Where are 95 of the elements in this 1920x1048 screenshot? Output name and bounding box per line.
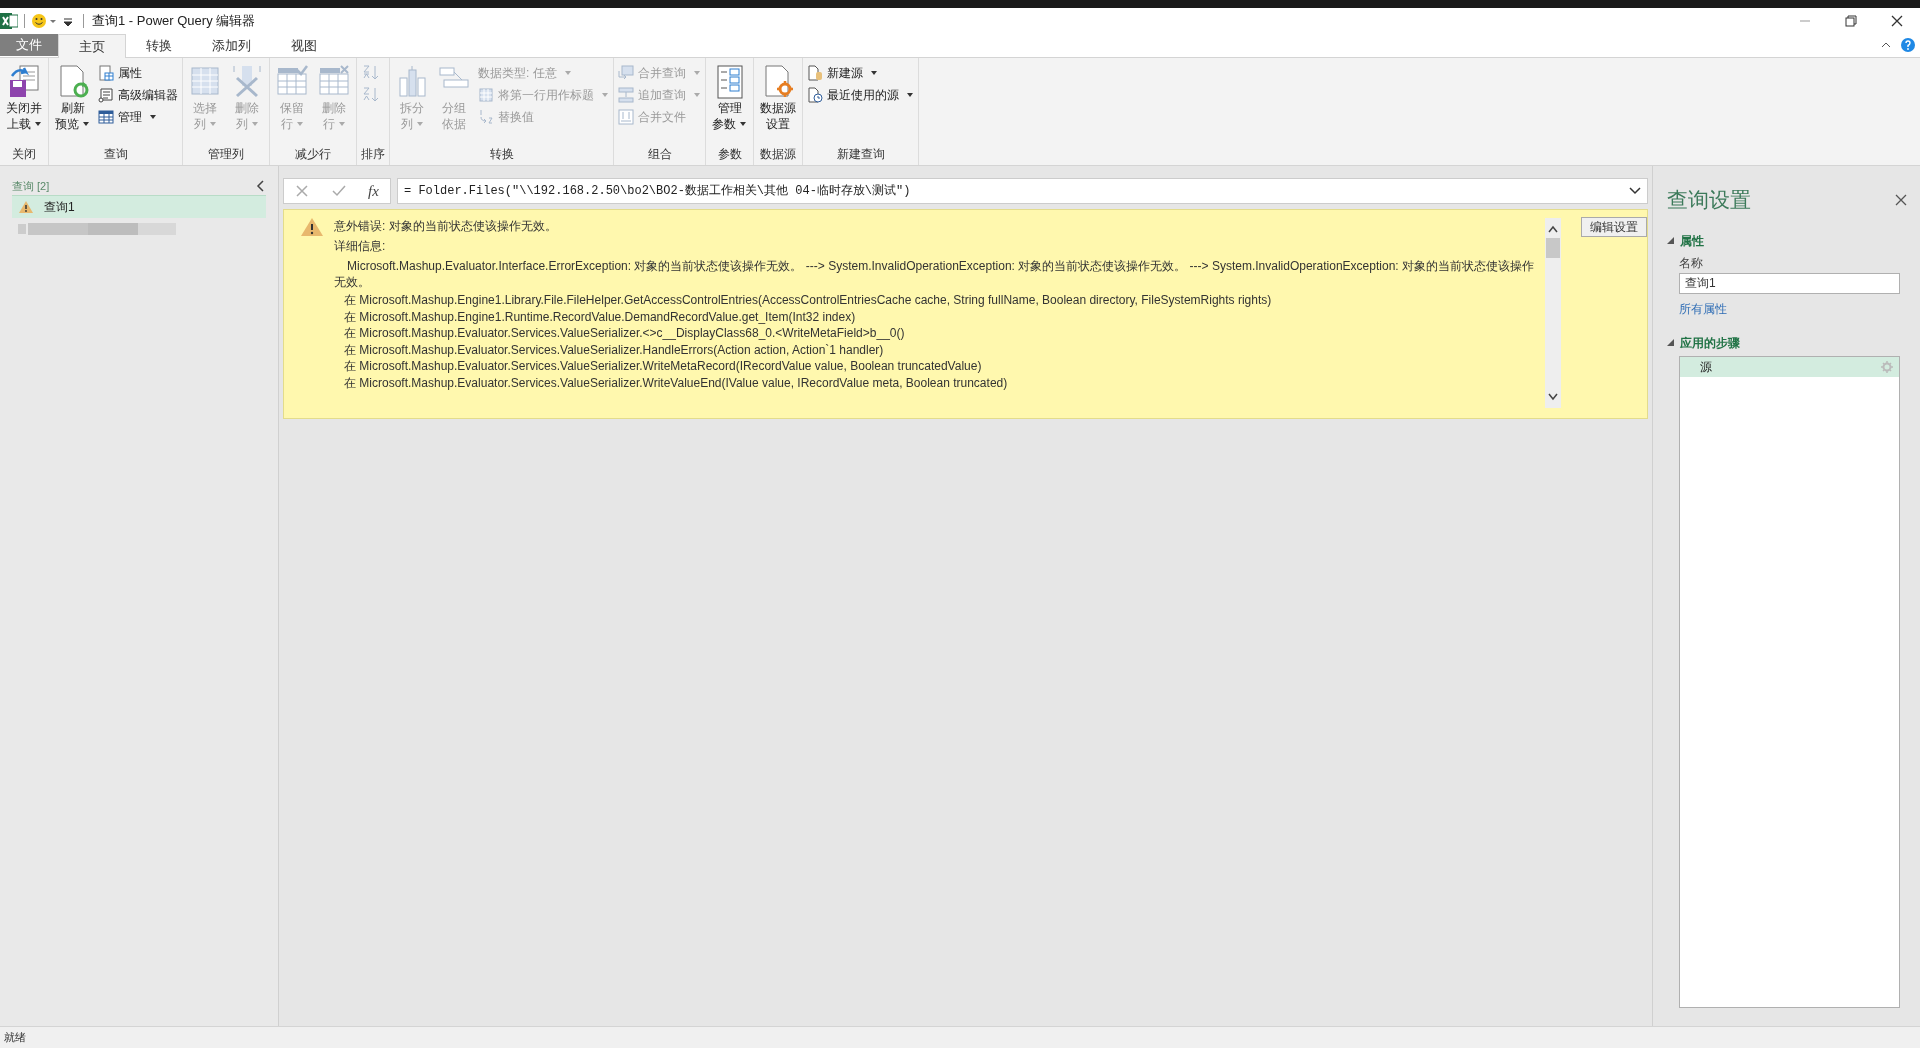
group-label: 管理列 [207, 146, 245, 163]
caret-icon [601, 92, 609, 98]
group-label: 关闭 [11, 146, 37, 163]
ribbon-button[interactable]: 数据源 设置 [758, 64, 798, 144]
scroll-down-icon[interactable] [1547, 392, 1560, 402]
help-icon[interactable] [1900, 37, 1916, 53]
stack-trace-line: 在 Microsoft.Mashup.Evaluator.Services.ValueSerializer.<>c__DisplayClass68_0.<WriteMetaField>b__0() [343, 325, 906, 342]
field-label: 名称 [1679, 254, 1704, 272]
caret-icon [415, 121, 424, 127]
stack-trace-line: 在 Microsoft.Mashup.Engine1.Runtime.RecordValue.DemandRecordValue.get_Item(Int32 index) [343, 308, 857, 325]
details-label: 详细信息: [334, 238, 387, 255]
collapse-triangle-icon[interactable] [1667, 237, 1674, 244]
ribbon-button[interactable]: 关闭并 上载 [4, 64, 44, 144]
collapse-triangle-icon[interactable] [1667, 339, 1674, 346]
group-label: 查询 [102, 146, 129, 163]
ribbon-tab[interactable]: 视图 [271, 35, 337, 57]
caret-icon [906, 92, 914, 98]
sort-descending-icon [361, 86, 381, 104]
caret-icon [82, 121, 90, 127]
applied-step[interactable]: 源 [1680, 356, 1899, 377]
caret-icon [563, 70, 572, 76]
ribbon-button[interactable]: 管理 [98, 108, 178, 126]
caret-icon [208, 121, 217, 127]
caret-icon [250, 121, 259, 127]
group-label: 数据源 [759, 146, 797, 163]
clock-document-icon [807, 87, 823, 103]
fx-label: fx [367, 181, 379, 201]
group-label: 排序 [361, 146, 385, 163]
caret-icon [295, 121, 304, 127]
all-properties-link[interactable]: 所有属性 [1679, 299, 1900, 318]
query-name: 查询1 [44, 198, 75, 216]
scroll-thumb[interactable] [1546, 238, 1561, 258]
combine-icon [618, 109, 634, 125]
error-details: Microsoft.Mashup.Evaluator.Interface.ErrorException: 对象的当前状态使该操作无效。 ---> System.InvalidOperationException: 对象的当前状态使该操作无效。 ---> System.InvalidOperationException: 对象的当前状态使该操作无效。 [334, 258, 1535, 290]
sort-ascending-icon [361, 64, 381, 82]
collapse-icon[interactable] [256, 180, 266, 193]
group-label: 转换 [488, 146, 515, 163]
panel-title: 查询设置 [1667, 187, 1751, 213]
table-small-icon [98, 109, 114, 125]
scroll-up-icon[interactable] [1547, 224, 1560, 234]
group-label: 组合 [646, 146, 673, 163]
expand-icon[interactable] [1629, 187, 1641, 195]
edit-settings-button[interactable]: 编辑设置 [1581, 217, 1647, 237]
ribbon-button[interactable]: 最近使用的源 [807, 86, 914, 104]
ribbon-tab[interactable]: 主页 [58, 34, 126, 58]
stack-trace-line: 在 Microsoft.Mashup.Evaluator.Services.ValueSerializer.WriteMetaRecord(IRecordValue value, Boolean truncatedValue) [343, 358, 983, 375]
group-label: 参数 [716, 146, 743, 163]
stack-trace-line: 在 Microsoft.Mashup.Evaluator.Services.ValueSerializer.HandleErrors(Action action, Action`1 handler) [343, 341, 885, 358]
section-header: 应用的步骤 [1680, 334, 1740, 352]
query-item[interactable]: 查询1 [12, 194, 266, 218]
group-label: 新建查询 [835, 146, 886, 163]
ribbon-button[interactable]: 新建源 [807, 64, 914, 82]
column-cross-icon [231, 64, 263, 100]
caret-icon [33, 121, 42, 127]
group-label: 减少行 [294, 146, 332, 163]
status-text: 就绪 [4, 1030, 26, 1046]
window-title: 查询1 - Power Query 编辑器 [92, 12, 256, 31]
append-icon [618, 87, 634, 103]
warning-icon [300, 217, 324, 237]
caret-icon [149, 114, 157, 120]
ribbon-button[interactable]: 高级编辑器 [98, 86, 178, 104]
check-icon[interactable] [331, 184, 346, 198]
caret-icon [693, 92, 701, 98]
smiley-icon[interactable] [31, 13, 57, 29]
cancel-icon[interactable] [295, 184, 310, 198]
name-field[interactable]: 查询1 [1679, 272, 1900, 294]
ribbon-button[interactable]: 刷新 预览 [53, 64, 92, 144]
section-header: 属性 [1680, 232, 1704, 250]
replace-icon [478, 109, 494, 125]
stack-trace-line: 在 Microsoft.Mashup.Engine1.Library.File.FileHelper.GetAccessControlEntries(AccessControlEntriesCache cache, String fullName, Boolean directory, FileSystemRights rights) [343, 292, 1273, 309]
properties-icon [98, 65, 114, 81]
blurred-query-icon [18, 222, 178, 236]
scroll-icon [98, 87, 114, 103]
error-title: 意外错误: 对象的当前状态使该操作无效。 [334, 218, 558, 235]
caret-icon [337, 121, 346, 127]
ribbon-tab[interactable]: 转换 [126, 35, 192, 57]
ribbon-tab[interactable]: 文件 [0, 34, 58, 56]
warning-icon [18, 199, 34, 214]
grid-icon [478, 87, 494, 103]
save-icon [8, 64, 40, 100]
document-gear-icon [762, 64, 794, 100]
document-icon [807, 65, 823, 81]
close-icon[interactable] [1894, 192, 1908, 207]
stack-trace-line: 在 Microsoft.Mashup.Evaluator.Services.ValueSerializer.WriteValueEnd(IValue value, IRecordValue meta, Boolean truncated) [343, 374, 1009, 391]
ribbon-button[interactable]: 属性 [98, 64, 178, 82]
queries-header: 查询 [2] [12, 179, 50, 194]
caret-icon [739, 121, 747, 127]
merge-icon [618, 65, 634, 81]
formula-input[interactable]: = Folder.Files("\\192.168.2.50\bo2\BO2-数据工作相关\其他 04-临时存放\测试") [397, 178, 1648, 204]
caret-icon [870, 70, 878, 76]
ribbon-button[interactable]: 管理 参数 [710, 64, 749, 144]
split-columns-icon [396, 64, 428, 100]
caret-icon [693, 70, 701, 76]
ribbon-tab[interactable]: 添加列 [192, 35, 271, 57]
scrollbar[interactable] [1545, 218, 1561, 408]
